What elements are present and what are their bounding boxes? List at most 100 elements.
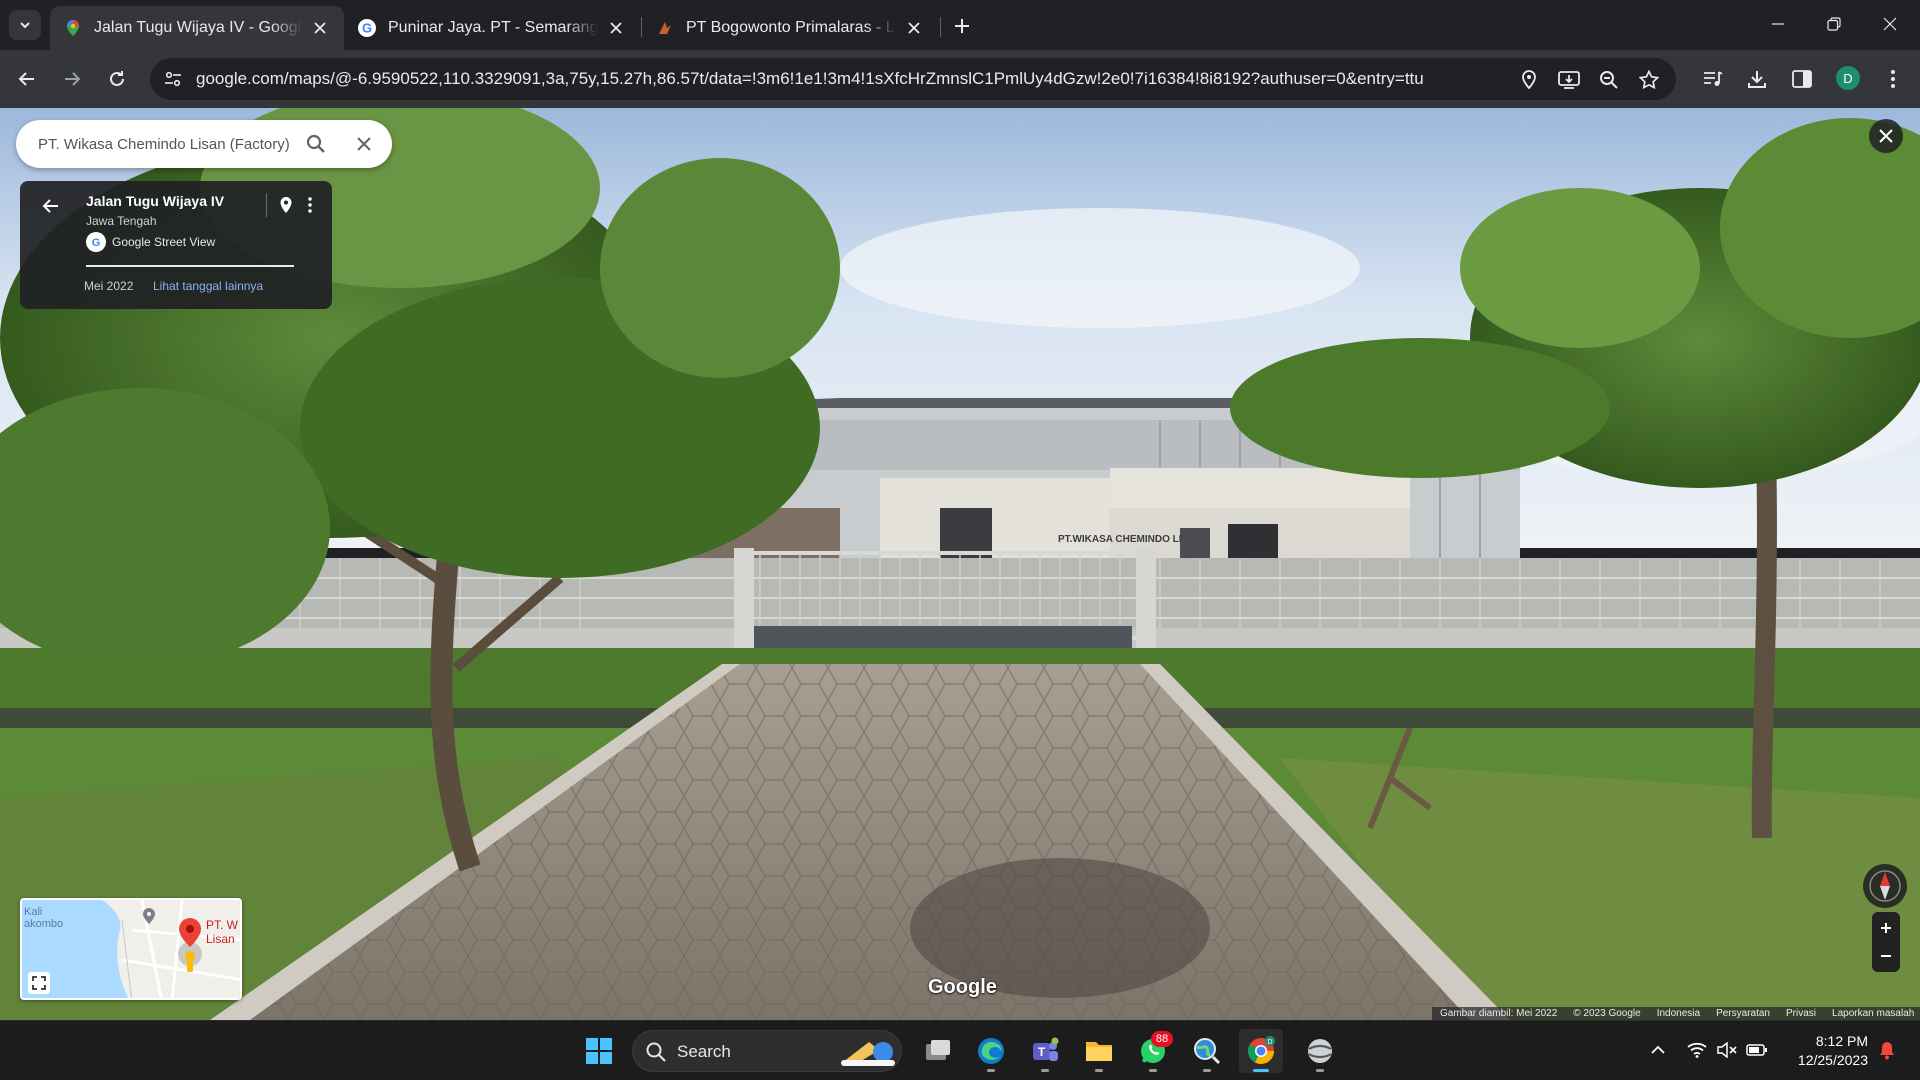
folder-icon xyxy=(1086,1042,1112,1061)
close-tab-icon[interactable] xyxy=(310,18,330,38)
mini-map[interactable]: Kali akombo PT. W Lisan xyxy=(20,898,242,1000)
google-g-icon: G xyxy=(86,232,106,252)
search-input[interactable] xyxy=(38,132,306,156)
tab-title: Jalan Tugu Wijaya IV - Google Maps xyxy=(94,19,302,36)
google-maps-pin-icon xyxy=(64,19,82,37)
zoom-in-button[interactable] xyxy=(1872,914,1900,942)
street-view-info-card: Jalan Tugu Wijaya IV Jawa Tengah G Googl… xyxy=(20,181,332,309)
tab-google-maps[interactable]: Jalan Tugu Wijaya IV - Google Maps xyxy=(50,6,344,50)
location-icon[interactable] xyxy=(1516,67,1542,93)
divider xyxy=(266,193,267,217)
arrow-right-icon xyxy=(65,72,81,86)
back-button[interactable] xyxy=(11,63,43,95)
battery-icon[interactable] xyxy=(1746,1039,1768,1061)
restore-button[interactable] xyxy=(1806,0,1862,48)
mini-map-place-label: PT. W Lisan xyxy=(206,918,238,946)
search-highlight-icon xyxy=(841,1042,895,1066)
zoom-controls xyxy=(1872,912,1900,972)
system-clock[interactable]: 8:12 PM 12/25/2023 xyxy=(1784,1032,1868,1070)
capture-date: Mei 2022 xyxy=(84,279,134,293)
install-app-icon[interactable] xyxy=(1556,67,1582,93)
reload-button[interactable] xyxy=(101,63,133,95)
bookmark-star-icon[interactable] xyxy=(1636,67,1662,93)
reload-icon xyxy=(110,71,124,86)
profile-avatar[interactable]: D xyxy=(1836,66,1860,90)
close-window-button[interactable] xyxy=(1862,0,1918,48)
close-street-view-button[interactable] xyxy=(1869,119,1903,153)
report-problem-link[interactable]: Laporkan masalah xyxy=(1832,1008,1914,1019)
more-options-icon[interactable] xyxy=(300,193,320,217)
running-indicator xyxy=(1316,1069,1324,1072)
new-tab-button[interactable] xyxy=(948,12,976,40)
close-tab-icon[interactable] xyxy=(904,18,924,38)
taskbar-search-box[interactable]: Search xyxy=(632,1030,902,1072)
wifi-icon[interactable] xyxy=(1686,1039,1708,1061)
country-link[interactable]: Indonesia xyxy=(1657,1008,1700,1019)
search-icon[interactable] xyxy=(304,132,328,156)
tab-google-search[interactable]: G Puninar Jaya. PT - Semarang - Google S… xyxy=(344,6,640,50)
media-controls-icon[interactable] xyxy=(1697,63,1729,95)
taskbar-app-sphere[interactable] xyxy=(1298,1029,1342,1073)
imagery-source-label: Google Street View xyxy=(112,235,216,249)
see-other-dates-link[interactable]: Lihat tanggal lainnya xyxy=(153,279,263,293)
tab-search-button[interactable] xyxy=(9,10,41,40)
browser-toolbar: google.com/maps/@-6.9590522,110.3329091,… xyxy=(0,50,1920,108)
notification-bell-icon[interactable] xyxy=(1876,1039,1898,1061)
tab-bogowonto[interactable]: PT Bogowonto Primalaras - Lokasi xyxy=(642,6,938,50)
running-indicator xyxy=(1041,1069,1049,1072)
running-indicator xyxy=(1095,1069,1103,1072)
running-indicator xyxy=(1203,1069,1211,1072)
url-text: google.com/maps/@-6.9590522,110.3329091,… xyxy=(196,69,1424,88)
zoom-out-button[interactable] xyxy=(1872,942,1900,970)
taskbar-chrome[interactable]: D xyxy=(1239,1029,1283,1073)
search-icon xyxy=(646,1042,666,1062)
clear-search-icon[interactable] xyxy=(352,132,376,156)
side-panel-icon[interactable] xyxy=(1786,63,1818,95)
taskbar-search-label: Search xyxy=(677,1042,731,1061)
task-view-button[interactable] xyxy=(916,1029,960,1073)
restore-icon xyxy=(1827,17,1841,31)
address-bar[interactable]: google.com/maps/@-6.9590522,110.3329091,… xyxy=(150,58,1676,100)
map-footer: Gambar diambil: Mei 2022 © 2023 Google I… xyxy=(1432,1007,1920,1020)
arrow-left-icon xyxy=(18,72,34,86)
taskbar-whatsapp[interactable]: 88 xyxy=(1131,1029,1175,1073)
timeline-bar xyxy=(86,265,294,267)
taskbar-file-explorer[interactable] xyxy=(1077,1029,1121,1073)
site-info-icon[interactable] xyxy=(160,66,186,92)
svg-text:G: G xyxy=(92,237,101,249)
plus-icon xyxy=(955,19,969,33)
downloads-icon[interactable] xyxy=(1741,63,1773,95)
forward-button[interactable] xyxy=(56,63,88,95)
taskbar-teams[interactable]: T xyxy=(1023,1029,1067,1073)
building-sign: PT.WIKASA CHEMINDO LI xyxy=(1058,534,1182,545)
zoom-icon[interactable] xyxy=(1596,67,1622,93)
start-button[interactable] xyxy=(577,1029,621,1073)
site-favicon-icon xyxy=(656,19,674,37)
taskbar-globe-app[interactable] xyxy=(1185,1029,1229,1073)
taskbar-edge[interactable] xyxy=(969,1029,1013,1073)
show-hidden-icons-chevron-icon[interactable] xyxy=(1647,1039,1669,1061)
close-icon xyxy=(1883,17,1897,31)
globe-search-icon xyxy=(1194,1038,1221,1065)
task-view-icon xyxy=(926,1040,950,1060)
volume-muted-icon[interactable] xyxy=(1716,1039,1738,1061)
minimize-button[interactable] xyxy=(1750,0,1806,48)
google-g-icon: G xyxy=(358,19,376,37)
close-tab-icon[interactable] xyxy=(606,18,626,38)
browser-window: Jalan Tugu Wijaya IV - Google Maps G Pun… xyxy=(0,0,1920,1080)
copyright: © 2023 Google xyxy=(1573,1008,1641,1019)
terms-link[interactable]: Persyaratan xyxy=(1716,1008,1770,1019)
close-icon xyxy=(1879,129,1893,143)
teams-icon: T xyxy=(1033,1037,1059,1061)
compass-icon[interactable] xyxy=(1863,864,1907,908)
back-arrow-icon[interactable] xyxy=(38,193,64,219)
map-pin-icon[interactable] xyxy=(274,193,298,217)
plus-icon xyxy=(1881,923,1891,933)
clock-date: 12/25/2023 xyxy=(1797,1052,1868,1068)
privacy-link[interactable]: Privasi xyxy=(1786,1008,1816,1019)
location-region: Jawa Tengah xyxy=(86,214,157,228)
windows-logo-icon xyxy=(586,1038,612,1064)
expand-icon[interactable] xyxy=(28,972,50,994)
street-view-panorama[interactable]: PT.WIKASA CHEMINDO LI PT. Wikasa Chemind… xyxy=(0,108,1920,1020)
menu-kebab-icon[interactable] xyxy=(1877,63,1909,95)
